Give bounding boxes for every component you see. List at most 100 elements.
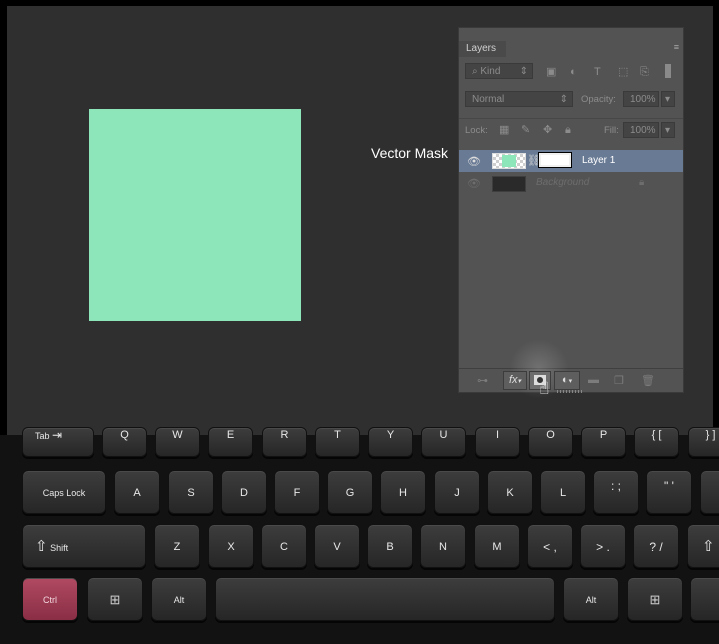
vector-mask-thumbnail[interactable]: [538, 152, 572, 168]
key-enter-partial[interactable]: [700, 470, 719, 514]
type-filter-icon[interactable]: T: [594, 65, 601, 79]
key-n[interactable]: N: [420, 524, 466, 568]
teal-square-shape: [89, 109, 301, 321]
key-r[interactable]: R: [262, 427, 307, 457]
key-q[interactable]: Q: [102, 427, 147, 457]
opacity-dropdown-button[interactable]: ▾: [661, 91, 675, 107]
lock-row: Lock: ▦ ✎ ✥ 🔒︎ Fill: 100% ▾: [459, 118, 683, 141]
key-s[interactable]: S: [168, 470, 214, 514]
key-m[interactable]: M: [474, 524, 520, 568]
shape-filter-icon[interactable]: ⬚: [618, 65, 628, 79]
folder-icon[interactable]: ▬: [588, 374, 599, 386]
adjustment-filter-icon[interactable]: ◐: [570, 65, 577, 79]
key-shift-right-partial[interactable]: ⇧: [687, 524, 719, 568]
key-alt[interactable]: Alt: [151, 577, 207, 621]
key-label: > .: [596, 540, 610, 555]
lock-paint-icon[interactable]: ✎: [521, 123, 530, 137]
tab-arrow-icon: ⇥: [52, 428, 63, 442]
key-comma[interactable]: < ,: [527, 524, 573, 568]
key-d[interactable]: D: [221, 470, 267, 514]
key-a[interactable]: A: [114, 470, 160, 514]
key-close-bracket[interactable]: } ]: [688, 427, 719, 457]
lock-position-icon[interactable]: ✥: [543, 123, 552, 137]
key-b[interactable]: B: [367, 524, 413, 568]
key-c[interactable]: C: [261, 524, 307, 568]
adjustment-layer-button[interactable]: ◐▾: [554, 371, 580, 390]
key-partial-right[interactable]: [690, 577, 719, 621]
filter-toggle-switch[interactable]: [665, 64, 671, 78]
fx-button[interactable]: fx▾: [503, 371, 527, 390]
layer-thumbnail[interactable]: [492, 153, 526, 169]
key-space[interactable]: [215, 577, 555, 621]
key-caps-lock[interactable]: Caps Lock: [22, 470, 106, 514]
hand-cursor-icon: ☝︎: [539, 379, 550, 398]
smart-object-filter-icon[interactable]: ⎘: [640, 65, 649, 79]
key-f[interactable]: F: [274, 470, 320, 514]
chevron-updown-icon: ⇕: [559, 94, 568, 105]
opacity-input[interactable]: 100%: [623, 91, 659, 107]
key-tab[interactable]: Tab ⇥: [22, 427, 94, 457]
chevron-down-icon: ▾: [665, 94, 671, 105]
key-slash[interactable]: ? /: [633, 524, 679, 568]
key-windows-right[interactable]: ⊞: [627, 577, 683, 621]
key-k[interactable]: K: [487, 470, 533, 514]
key-windows[interactable]: ⊞: [87, 577, 143, 621]
key-w[interactable]: W: [155, 427, 200, 457]
key-j[interactable]: J: [434, 470, 480, 514]
key-x[interactable]: X: [208, 524, 254, 568]
resize-grip[interactable]: [557, 390, 583, 393]
lock-label: Lock:: [465, 125, 488, 136]
new-layer-icon[interactable]: ❐: [614, 374, 624, 387]
key-open-bracket[interactable]: { [: [634, 427, 679, 457]
key-g[interactable]: G: [327, 470, 373, 514]
keyboard: Tab ⇥ Q W E R T Y U I O P { [ } ] Caps L…: [0, 427, 719, 644]
layer-name[interactable]: Background: [536, 177, 589, 188]
blend-row: Normal ⇕ Opacity: 100% ▾: [459, 88, 683, 110]
filter-kind-select[interactable]: ⌕ Kind ⇕: [465, 63, 533, 79]
key-period[interactable]: > .: [580, 524, 626, 568]
layer-thumbnail[interactable]: [492, 176, 526, 192]
trash-icon[interactable]: 🗑︎: [641, 374, 655, 387]
blend-mode-select[interactable]: Normal ⇕: [465, 91, 573, 107]
document-canvas: Vector Mask ◂◂ ✕ Layers ≡ ⌕ Kind ⇕ ▣ ◐ T…: [7, 6, 713, 435]
layer-row-layer-1[interactable]: 👁︎ ⛓︎ Layer 1: [459, 150, 683, 172]
layers-bottom-bar: ⊶ fx▾ ◐▾ ▬ ❐ 🗑︎ ☝︎: [459, 339, 683, 399]
adjustment-layer-icon: ◐: [561, 374, 569, 386]
blend-mode-value: Normal: [472, 94, 505, 105]
key-t[interactable]: T: [315, 427, 360, 457]
lock-all-icon[interactable]: 🔒︎: [565, 123, 571, 137]
key-h[interactable]: H: [380, 470, 426, 514]
key-e[interactable]: E: [208, 427, 253, 457]
link-layers-icon[interactable]: ⊶: [477, 374, 488, 387]
fill-input[interactable]: 100%: [623, 122, 659, 138]
lock-icon: 🔒︎: [639, 177, 645, 188]
image-filter-icon[interactable]: ▣: [546, 65, 556, 79]
key-i[interactable]: I: [475, 427, 520, 457]
key-ctrl[interactable]: Ctrl: [22, 577, 78, 621]
key-o[interactable]: O: [528, 427, 573, 457]
layers-panel: Layers ≡ ⌕ Kind ⇕ ▣ ◐ T ⬚ ⎘ Normal ⇕ Opa…: [458, 27, 684, 399]
key-shift[interactable]: ⇧ Shift: [22, 524, 146, 568]
chevron-down-icon: ▾: [665, 125, 671, 136]
key-l[interactable]: L: [540, 470, 586, 514]
layer-name[interactable]: Layer 1: [582, 155, 615, 166]
key-label: < ,: [543, 540, 557, 555]
key-quote[interactable]: " ': [646, 470, 692, 514]
key-semicolon[interactable]: : ;: [593, 470, 639, 514]
key-z[interactable]: Z: [154, 524, 200, 568]
filter-row: ⌕ Kind ⇕ ▣ ◐ T ⬚ ⎘: [459, 61, 683, 81]
key-label: Shift: [50, 543, 69, 553]
eye-icon[interactable]: 👁︎: [467, 177, 481, 190]
lock-transparent-icon[interactable]: ▦: [499, 123, 509, 137]
key-alt-right[interactable]: Alt: [563, 577, 619, 621]
eye-icon[interactable]: 👁︎: [467, 155, 481, 168]
key-u[interactable]: U: [421, 427, 466, 457]
fill-dropdown-button[interactable]: ▾: [661, 122, 675, 138]
panel-menu-icon[interactable]: ≡: [674, 42, 679, 52]
key-y[interactable]: Y: [368, 427, 413, 457]
layer-row-background[interactable]: 👁︎ Background 🔒︎: [459, 172, 683, 194]
key-v[interactable]: V: [314, 524, 360, 568]
key-label: Tab: [35, 431, 50, 441]
key-p[interactable]: P: [581, 427, 626, 457]
tab-layers[interactable]: Layers: [459, 41, 506, 57]
